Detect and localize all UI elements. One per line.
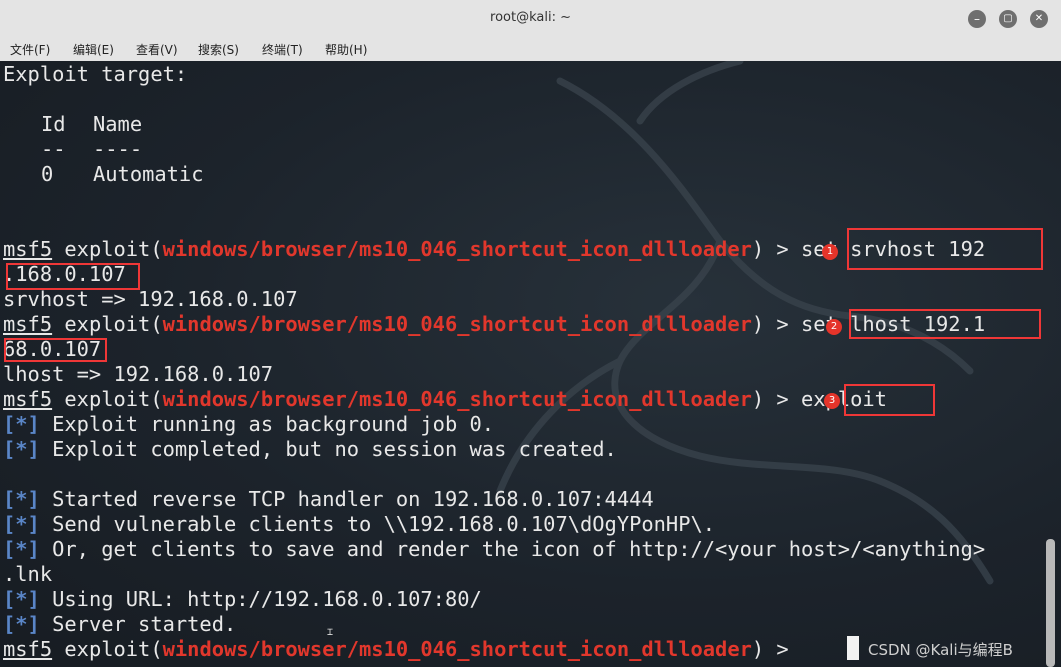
info-tag: [*]: [3, 412, 40, 436]
prompt-prefix: msf5: [3, 312, 53, 336]
prompt-exploit: exploit(: [52, 312, 163, 336]
prompt-line: msf5 exploit(windows/browser/ms10_046_sh…: [3, 637, 801, 662]
prompt-prefix: msf5: [3, 637, 53, 661]
prompt-suffix: ) >: [751, 637, 801, 661]
info-tag: [*]: [3, 612, 40, 636]
info-line: [*] Using URL: http://192.168.0.107:80/: [3, 587, 482, 612]
info-line: [*] Or, get clients to save and render t…: [3, 537, 985, 562]
mouse-cursor-icon: ⌶: [327, 627, 334, 638]
menu-edit[interactable]: 编辑(E): [73, 41, 114, 58]
highlight-box-lhost-wrap: [4, 338, 107, 362]
info-line: [*] Server started.: [3, 612, 236, 637]
table-row-name: Automatic: [93, 162, 204, 186]
terminal-output[interactable]: Exploit target: Id Name -- ---- 0 Automa…: [0, 61, 1061, 667]
watermark: CSDN @Kali与编程B: [868, 641, 1013, 659]
table-header-name: Name: [93, 112, 143, 136]
highlight-box-exploit: [844, 384, 935, 416]
info-message: Server started.: [39, 612, 237, 636]
prompt-exploit: exploit(: [52, 237, 163, 261]
minimize-icon[interactable]: –: [968, 10, 986, 28]
prompt-suffix: ) >: [751, 237, 801, 261]
prompt-exploit: exploit(: [52, 637, 163, 661]
menu-file[interactable]: 文件(F): [10, 41, 50, 58]
info-message: Started reverse TCP handler on 192.168.0…: [39, 487, 654, 511]
prompt-line: msf5 exploit(windows/browser/ms10_046_sh…: [3, 387, 887, 412]
window-title: root@kali: ~: [490, 10, 571, 25]
maximize-icon[interactable]: ▢: [999, 10, 1017, 28]
srvhost-output: srvhost => 192.168.0.107: [3, 287, 298, 311]
prompt-module: windows/browser/ms10_046_shortcut_icon_d…: [162, 387, 752, 411]
prompt-exploit: exploit(: [52, 387, 163, 411]
table-header-id: Id: [41, 112, 66, 136]
info-line: [*] Exploit running as background job 0.: [3, 412, 494, 437]
highlight-box-lhost: [849, 309, 1041, 339]
prompt-module: windows/browser/ms10_046_shortcut_icon_d…: [162, 312, 752, 336]
exploit-target-header: Exploit target:: [3, 62, 188, 86]
info-message: Send vulnerable clients to \\192.168.0.1…: [39, 512, 716, 536]
prompt-prefix: msf5: [3, 387, 53, 411]
terminal-window: root@kali: ~ – ▢ ✕ 文件(F) 编辑(E) 查看(V) 搜索(…: [0, 0, 1061, 667]
info-line: [*] Exploit completed, but no session wa…: [3, 437, 617, 462]
info-tag: [*]: [3, 487, 40, 511]
highlight-box-srvhost: [847, 228, 1043, 270]
table-separator-id: --: [41, 137, 66, 161]
info-tag: [*]: [3, 512, 40, 536]
highlight-box-srvhost-wrap: [6, 263, 140, 290]
menu-terminal[interactable]: 终端(T): [262, 41, 303, 58]
info-message: Exploit running as background job 0.: [39, 412, 495, 436]
menu-bar: 文件(F) 编辑(E) 查看(V) 搜索(S) 终端(T) 帮助(H): [0, 38, 1061, 62]
info-line: [*] Started reverse TCP handler on 192.1…: [3, 487, 654, 512]
prompt-prefix: msf5: [3, 237, 53, 261]
step-badge-2: 2: [826, 319, 842, 335]
step-badge-1: 1: [822, 244, 838, 260]
prompt-suffix: ) >: [751, 387, 801, 411]
prompt-suffix: ) >: [751, 312, 801, 336]
scrollbar-thumb[interactable]: [1046, 539, 1055, 667]
table-separator-name: ----: [93, 137, 143, 161]
prompt-module: windows/browser/ms10_046_shortcut_icon_d…: [162, 237, 752, 261]
menu-search[interactable]: 搜索(S): [198, 41, 239, 58]
info-message: Exploit completed, but no session was cr…: [39, 437, 617, 461]
info-tag: [*]: [3, 587, 40, 611]
info-message: Or, get clients to save and render the i…: [39, 537, 986, 561]
menu-view[interactable]: 查看(V): [136, 41, 178, 58]
info-tag: [*]: [3, 537, 40, 561]
info-message: Using URL: http://192.168.0.107:80/: [39, 587, 482, 611]
info-line: [*] Send vulnerable clients to \\192.168…: [3, 512, 715, 537]
menu-help[interactable]: 帮助(H): [325, 41, 367, 58]
lhost-output: lhost => 192.168.0.107: [3, 362, 274, 386]
title-bar[interactable]: root@kali: ~ – ▢ ✕: [0, 0, 1061, 38]
info-tag: [*]: [3, 437, 40, 461]
prompt-module: windows/browser/ms10_046_shortcut_icon_d…: [162, 637, 752, 661]
step-badge-3: 3: [824, 393, 840, 409]
close-icon[interactable]: ✕: [1030, 10, 1048, 28]
text-cursor: [847, 636, 859, 660]
info-line-wrap: .lnk: [3, 562, 53, 586]
table-row-id: 0: [41, 162, 54, 186]
